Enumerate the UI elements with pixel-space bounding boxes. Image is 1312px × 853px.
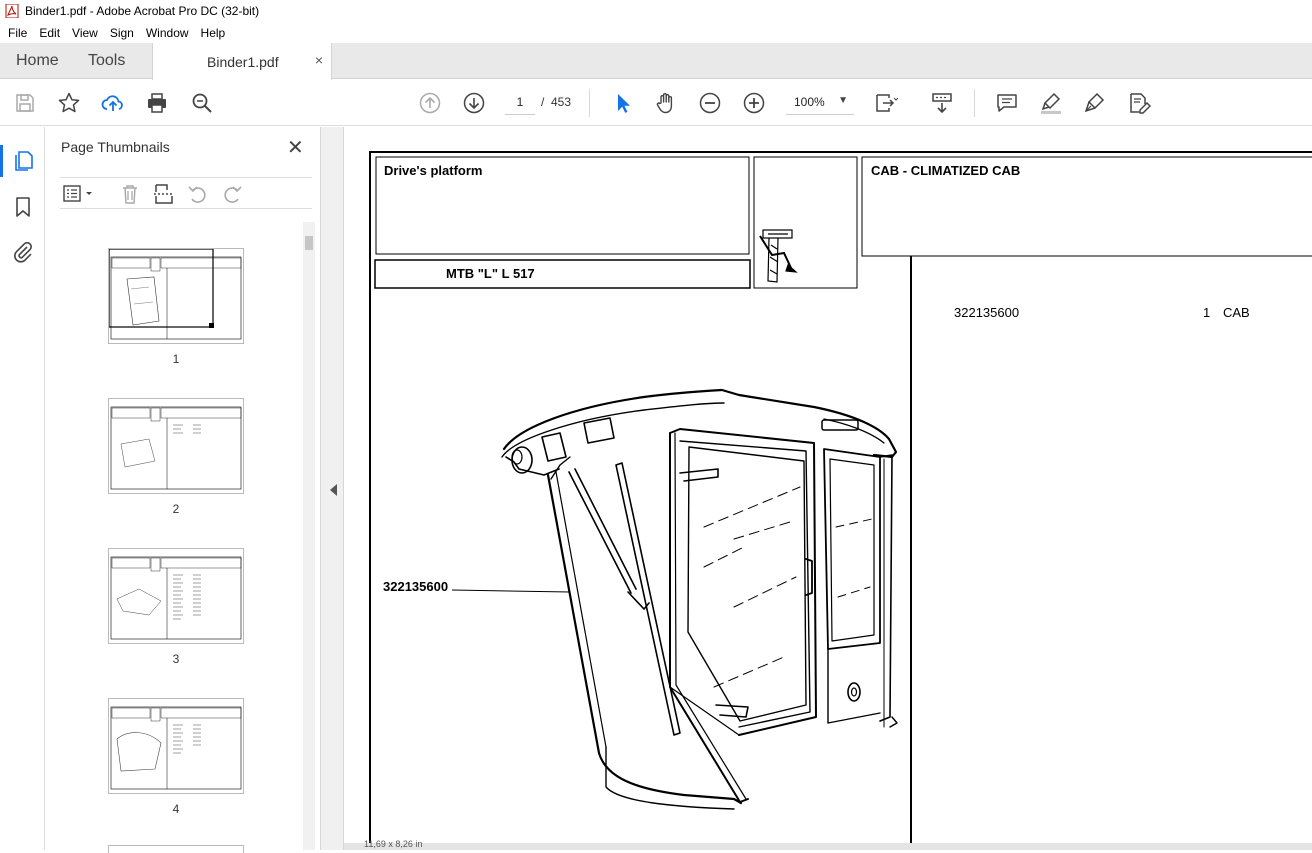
doc-quantity: 1 xyxy=(1203,305,1211,320)
doc-description: CAB xyxy=(1223,305,1250,320)
zoom-value: 100% xyxy=(794,95,825,109)
doc-callout-label: 322135600 xyxy=(383,579,449,594)
toolbar xyxy=(0,80,1312,126)
panel-splitter[interactable] xyxy=(320,127,344,850)
left-rail xyxy=(0,127,45,850)
star-icon[interactable] xyxy=(57,91,81,115)
rotate-left-icon[interactable] xyxy=(186,182,210,206)
rail-active-indicator xyxy=(0,145,3,177)
page-thumbnails-icon[interactable] xyxy=(11,149,35,173)
print-icon[interactable] xyxy=(145,91,169,115)
window-title: Binder1.pdf - Adobe Acrobat Pro DC (32-b… xyxy=(25,4,260,18)
attachment-icon[interactable] xyxy=(11,240,35,264)
thumbnail-page[interactable] xyxy=(108,248,244,344)
scroll-mode-icon[interactable] xyxy=(930,91,954,115)
thumbnail-page-number: 3 xyxy=(172,652,180,666)
tab-document-label: Binder1.pdf xyxy=(207,54,279,70)
close-icon[interactable]: ✕ xyxy=(287,135,304,160)
menu-window[interactable]: Window xyxy=(146,26,189,40)
tab-close-icon[interactable]: × xyxy=(315,52,323,68)
status-bar: 11,69 x 8,26 in xyxy=(344,839,1312,850)
tab-tools[interactable]: Tools xyxy=(88,43,125,79)
rotate-right-icon[interactable] xyxy=(220,182,244,206)
menu-bar: File Edit View Sign Window Help xyxy=(0,22,1312,43)
scrollbar-thumb[interactable] xyxy=(305,236,313,250)
prev-page-icon[interactable] xyxy=(418,91,442,115)
upload-icon[interactable] xyxy=(101,91,125,115)
thumbnail-page-number: 1 xyxy=(172,352,180,366)
doc-model-label: MTB "L" L 517 xyxy=(446,266,535,281)
thumbnail-page[interactable] xyxy=(108,398,244,494)
thumbnails-scrollbar[interactable] xyxy=(303,222,315,850)
tabs-bar: Home Tools Binder1.pdf × xyxy=(0,43,1312,80)
doc-part-number: 322135600 xyxy=(954,305,1020,320)
tab-home[interactable]: Home xyxy=(16,43,59,79)
fit-page-icon[interactable] xyxy=(874,91,898,115)
menu-help[interactable]: Help xyxy=(201,26,226,40)
doc-group-title: CAB - CLIMATIZED CAB xyxy=(871,163,1021,178)
page-total: 453 xyxy=(551,95,572,109)
panel-title: Page Thumbnails xyxy=(61,139,170,155)
thumbnail-preview xyxy=(110,556,242,640)
zoom-in-icon[interactable] xyxy=(742,91,766,115)
title-bar: Binder1.pdf - Adobe Acrobat Pro DC (32-b… xyxy=(0,0,1312,22)
thumbnail-page[interactable] xyxy=(108,698,244,794)
bookmark-icon[interactable] xyxy=(11,195,35,219)
page-size-label: 11,69 x 8,26 in xyxy=(364,839,423,849)
delete-icon[interactable] xyxy=(118,182,142,206)
tab-document[interactable]: Binder1.pdf × xyxy=(152,43,332,80)
more-tools-icon[interactable] xyxy=(1127,91,1151,115)
thumbnail-tools xyxy=(60,177,312,209)
save-icon[interactable] xyxy=(13,91,37,115)
thumbnail-options-icon[interactable] xyxy=(62,183,96,205)
collapse-panel-icon[interactable] xyxy=(330,484,337,496)
thumbnail-page-number: 2 xyxy=(172,502,180,516)
thumbnail-preview xyxy=(108,248,243,343)
extract-pages-icon[interactable] xyxy=(152,182,176,206)
chevron-down-icon: ▼ xyxy=(838,95,848,106)
toolbar-separator xyxy=(589,89,590,117)
menu-view[interactable]: View xyxy=(72,26,98,40)
toolbar-separator xyxy=(974,89,975,117)
thumbnail-preview xyxy=(110,706,242,790)
select-arrow-icon[interactable] xyxy=(610,91,634,115)
menu-sign[interactable]: Sign xyxy=(110,26,134,40)
page-number-input[interactable] xyxy=(505,89,535,115)
zoom-select[interactable]: 100% ▼ xyxy=(786,89,854,115)
sign-icon[interactable] xyxy=(1083,91,1107,115)
menu-file[interactable]: File xyxy=(8,26,27,40)
menu-edit[interactable]: Edit xyxy=(39,26,60,40)
hand-icon[interactable] xyxy=(654,91,678,115)
search-icon[interactable] xyxy=(190,91,214,115)
acrobat-logo-icon xyxy=(5,4,19,18)
zoom-out-icon[interactable] xyxy=(698,91,722,115)
thumbnails-panel: Page Thumbnails ✕ 1 2 3 4 xyxy=(45,127,320,853)
thumbnail-page-number: 4 xyxy=(172,802,180,816)
thumbnail-page[interactable] xyxy=(108,548,244,644)
comment-icon[interactable] xyxy=(995,91,1019,115)
pdf-page-drawing xyxy=(369,151,1312,850)
doc-section-title: Drive's platform xyxy=(384,163,483,178)
document-view[interactable]: Drive's platform MTB "L" L 517 CAB - CLI… xyxy=(344,127,1312,850)
page-separator: / xyxy=(541,95,545,109)
thumbnail-page[interactable] xyxy=(108,845,244,853)
highlight-icon[interactable] xyxy=(1039,91,1063,115)
next-page-icon[interactable] xyxy=(462,91,486,115)
thumbnail-preview xyxy=(110,406,242,490)
